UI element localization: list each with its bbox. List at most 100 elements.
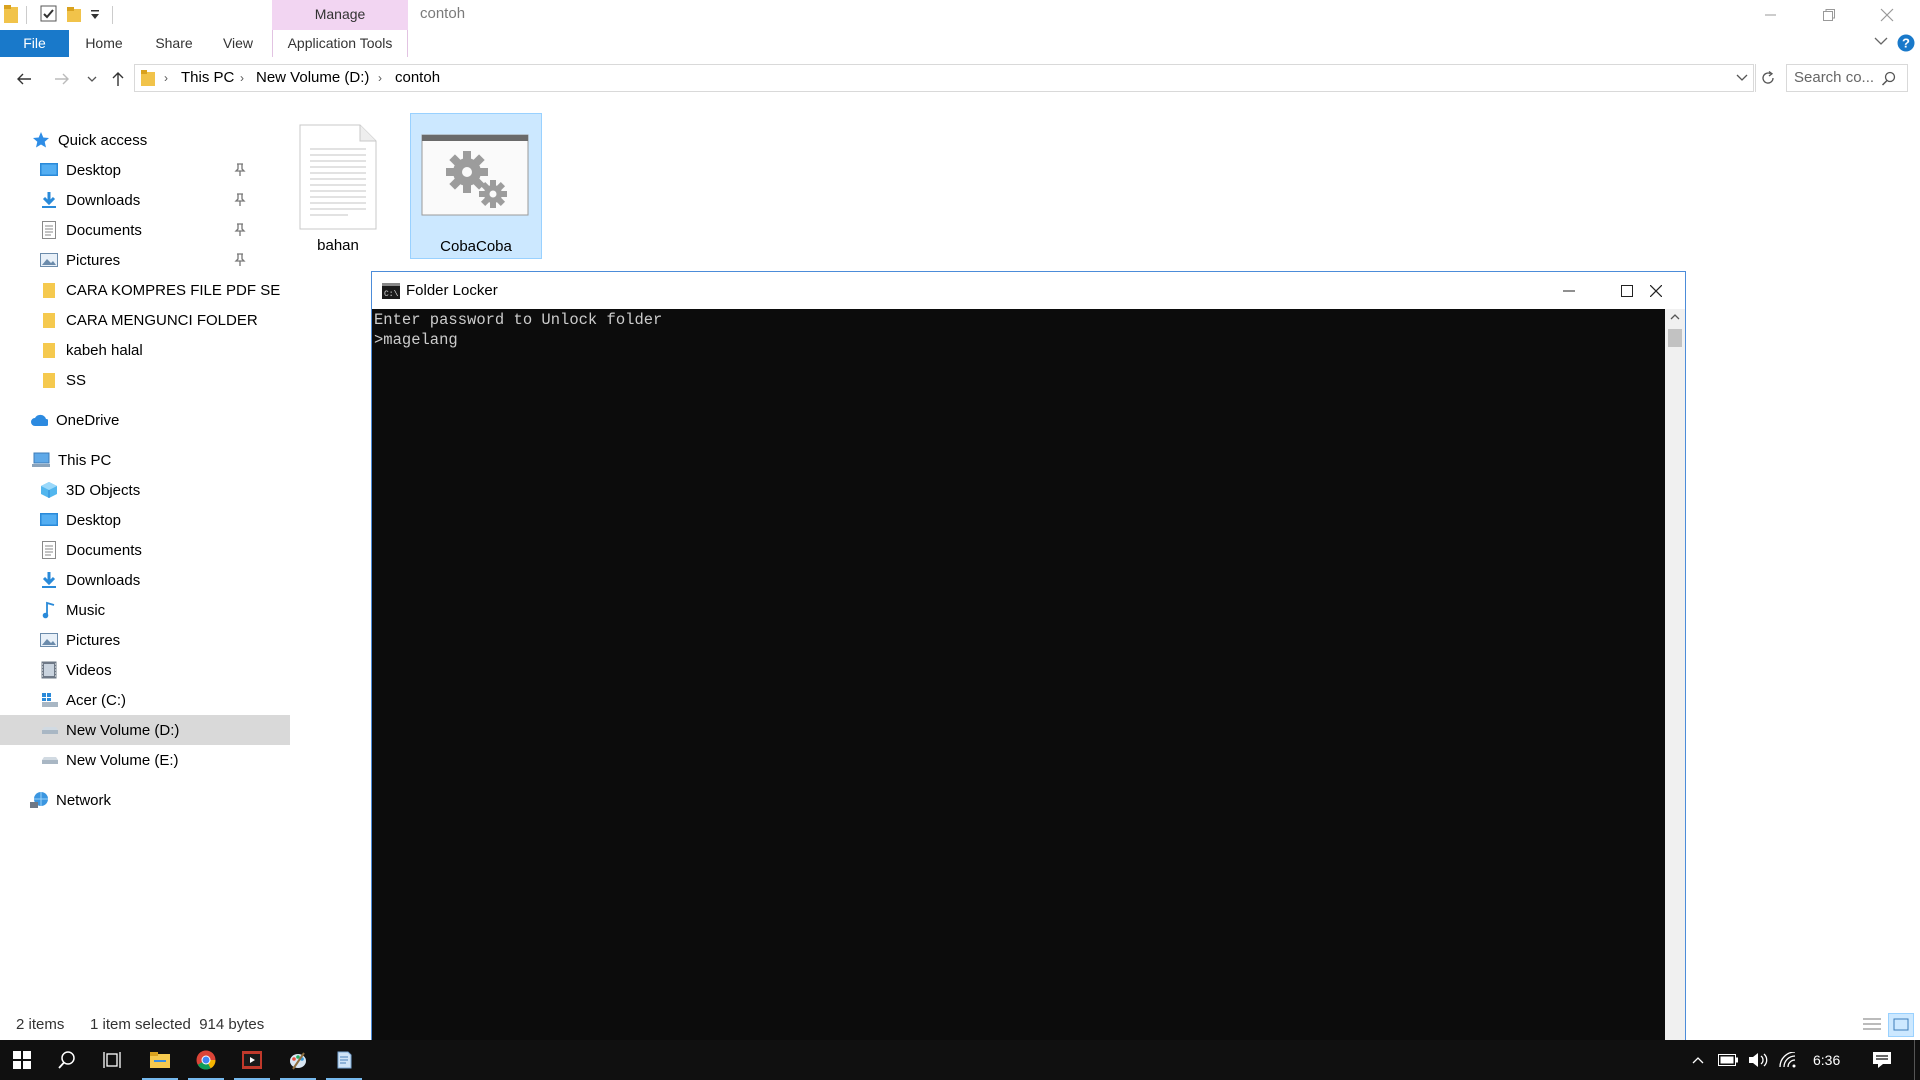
- nav-label: This PC: [58, 451, 112, 469]
- restore-button[interactable]: [1806, 0, 1852, 30]
- folder-icon: [40, 311, 58, 329]
- nav-network[interactable]: Network: [0, 785, 280, 815]
- nav-item-drive-e[interactable]: New Volume (E:): [0, 745, 290, 775]
- up-button[interactable]: [108, 62, 128, 95]
- file-explorer-icon[interactable]: [138, 1040, 182, 1080]
- pictures-icon: [40, 251, 58, 269]
- network-icon: [30, 791, 48, 809]
- nav-onedrive[interactable]: OneDrive: [0, 405, 280, 435]
- file-item-cobacoba[interactable]: CobaCoba: [410, 113, 542, 259]
- volume-icon[interactable]: [1744, 1040, 1772, 1080]
- breadcrumb-contoh[interactable]: contoh: [395, 64, 440, 92]
- task-view-icon[interactable]: [90, 1040, 134, 1080]
- chrome-icon[interactable]: [184, 1040, 228, 1080]
- nav-item-desktop-quick[interactable]: Desktop: [0, 155, 290, 185]
- tab-view[interactable]: View: [214, 30, 262, 57]
- search-icon[interactable]: [45, 1040, 89, 1080]
- nav-item-drive-d[interactable]: New Volume (D:): [0, 715, 290, 745]
- folder-icon: [4, 5, 18, 25]
- computer-icon: [32, 451, 50, 469]
- back-button[interactable]: [12, 62, 36, 95]
- customize-qat-icon[interactable]: [90, 8, 100, 28]
- desktop-icon: [40, 511, 58, 529]
- nav-label: New Volume (D:): [66, 721, 180, 739]
- chevron-right-icon: ›: [378, 71, 382, 85]
- nav-item-drive-c[interactable]: Acer (C:): [0, 685, 290, 715]
- tab-file[interactable]: File: [0, 30, 69, 57]
- pin-icon[interactable]: [234, 163, 246, 177]
- window-title: contoh: [420, 5, 466, 22]
- 3d-objects-icon: [40, 481, 58, 499]
- minimize-button[interactable]: [1748, 0, 1794, 30]
- nav-item-desktop[interactable]: Desktop: [0, 505, 290, 535]
- nav-item-folder-kabeh-halal[interactable]: kabeh halal: [0, 335, 290, 365]
- nav-quick-access[interactable]: Quick access: [0, 125, 282, 155]
- console-taskbar-icon[interactable]: [322, 1040, 366, 1080]
- tab-home[interactable]: Home: [80, 30, 128, 57]
- nav-item-folder-kompres[interactable]: CARA KOMPRES FILE PDF SE: [0, 275, 290, 305]
- action-center-icon[interactable]: [1860, 1040, 1904, 1080]
- scroll-thumb[interactable]: [1668, 329, 1682, 347]
- manage-contextual-tab[interactable]: Manage: [272, 0, 408, 30]
- nav-label: New Volume (E:): [66, 751, 179, 769]
- new-folder-icon[interactable]: [66, 5, 82, 25]
- search-icon[interactable]: [1881, 71, 1896, 86]
- console-close-button[interactable]: [1627, 272, 1685, 309]
- recent-locations-icon[interactable]: [84, 62, 100, 95]
- address-bar[interactable]: [134, 64, 1754, 92]
- download-icon: [40, 191, 58, 209]
- drive-icon: [40, 751, 58, 769]
- help-icon[interactable]: ?: [1897, 34, 1915, 52]
- file-item-bahan[interactable]: bahan: [272, 113, 404, 259]
- address-dropdown-icon[interactable]: [1736, 74, 1748, 82]
- pin-icon[interactable]: [234, 193, 246, 207]
- breadcrumb-this-pc[interactable]: This PC: [181, 64, 234, 92]
- large-icons-view-icon[interactable]: [1888, 1013, 1914, 1037]
- chevron-right-icon: ›: [240, 71, 244, 85]
- nav-item-documents-quick[interactable]: Documents: [0, 215, 290, 245]
- tab-application-tools[interactable]: Application Tools: [272, 30, 408, 57]
- nav-item-downloads-quick[interactable]: Downloads: [0, 185, 290, 215]
- paint-app-icon[interactable]: [276, 1040, 320, 1080]
- download-icon: [40, 571, 58, 589]
- console-window[interactable]: C:\ Folder Locker Enter password to Unlo…: [371, 271, 1686, 1080]
- refresh-icon[interactable]: [1755, 70, 1776, 86]
- expand-ribbon-icon[interactable]: [1874, 36, 1888, 46]
- nav-item-documents[interactable]: Documents: [0, 535, 290, 565]
- clock[interactable]: 6:36: [1813, 1040, 1840, 1080]
- details-view-icon[interactable]: [1862, 1016, 1882, 1034]
- forward-button[interactable]: [50, 62, 74, 95]
- file-name: bahan: [317, 237, 359, 254]
- breadcrumb-new-volume-d[interactable]: New Volume (D:): [256, 64, 369, 92]
- nav-item-downloads[interactable]: Downloads: [0, 565, 290, 595]
- console-scrollbar[interactable]: [1665, 309, 1685, 1079]
- close-button[interactable]: [1864, 0, 1910, 30]
- battery-icon[interactable]: [1714, 1040, 1742, 1080]
- pin-icon[interactable]: [234, 223, 246, 237]
- nav-item-pictures-quick[interactable]: Pictures: [0, 245, 290, 275]
- videos-icon: [40, 661, 58, 679]
- tab-share[interactable]: Share: [150, 30, 198, 57]
- pin-icon[interactable]: [234, 253, 246, 267]
- show-desktop-button[interactable]: [1914, 1040, 1920, 1080]
- console-minimize-button[interactable]: [1540, 272, 1598, 309]
- nav-item-3d-objects[interactable]: 3D Objects: [0, 475, 290, 505]
- nav-label: 3D Objects: [66, 481, 141, 499]
- cmd-icon: C:\: [382, 283, 400, 299]
- nav-item-videos[interactable]: Videos: [0, 655, 290, 685]
- nav-label: Desktop: [66, 161, 122, 179]
- properties-icon[interactable]: [40, 5, 58, 25]
- nav-item-music[interactable]: Music: [0, 595, 290, 625]
- nav-this-pc[interactable]: This PC: [0, 445, 282, 475]
- media-player-icon[interactable]: [230, 1040, 274, 1080]
- nav-item-pictures[interactable]: Pictures: [0, 625, 290, 655]
- scroll-up-icon[interactable]: [1670, 313, 1680, 321]
- start-button[interactable]: [0, 1040, 44, 1080]
- search-input[interactable]: Search co...: [1794, 64, 1874, 92]
- nav-item-folder-ss[interactable]: SS: [0, 365, 290, 395]
- nav-item-folder-mengunci[interactable]: CARA MENGUNCI FOLDER: [0, 305, 290, 335]
- wifi-icon[interactable]: [1774, 1040, 1802, 1080]
- chevron-right-icon: ›: [164, 71, 168, 85]
- show-hidden-icons-icon[interactable]: [1686, 1040, 1710, 1080]
- console-title-bar[interactable]: [372, 272, 1685, 309]
